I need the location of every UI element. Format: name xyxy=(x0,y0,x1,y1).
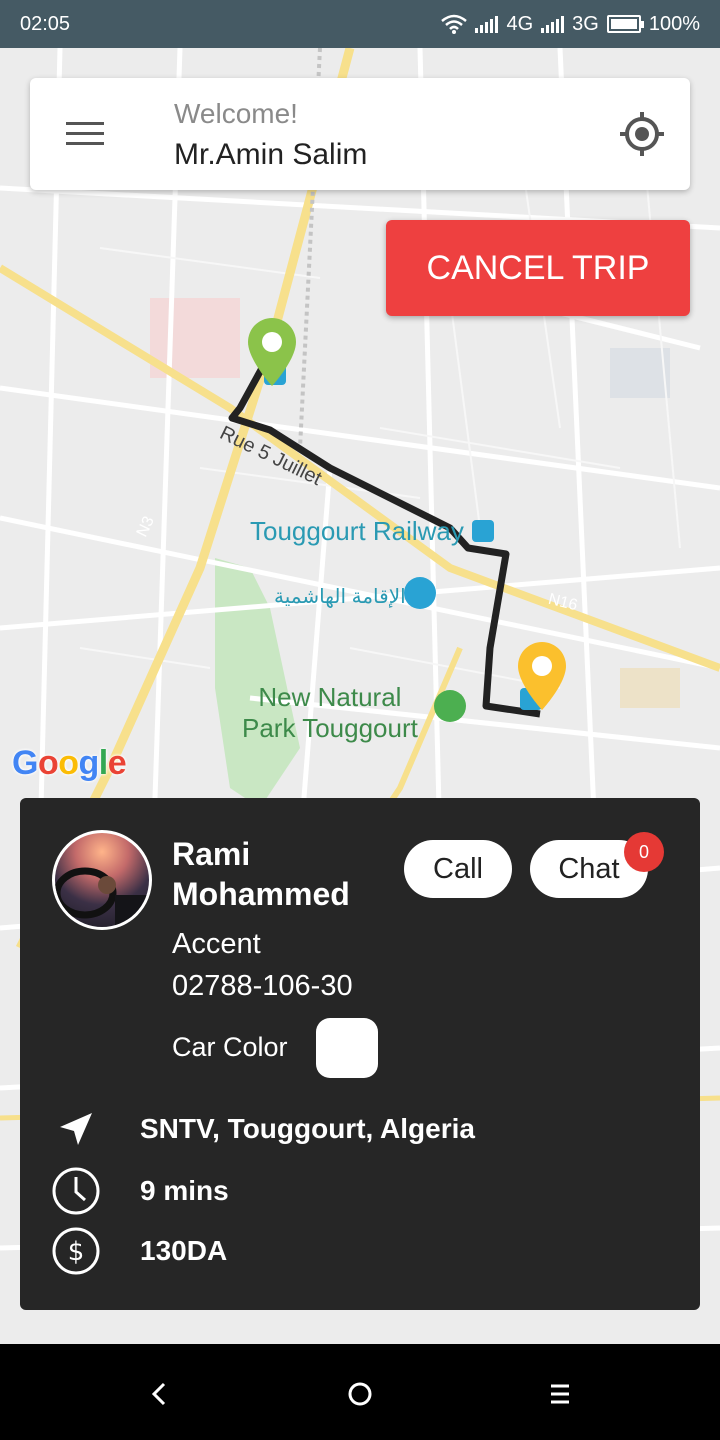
car-model: Accent xyxy=(172,928,261,960)
home-icon[interactable] xyxy=(340,1374,380,1414)
navigation-arrow-icon xyxy=(50,1103,102,1155)
eta-row: 9 mins xyxy=(50,1166,670,1216)
battery-icon xyxy=(606,15,644,33)
user-name: Mr.Amin Salim xyxy=(174,138,368,171)
driver-avatar xyxy=(52,830,152,930)
status-indicators: 4G 3G 100% xyxy=(441,13,700,36)
my-location-icon[interactable] xyxy=(618,110,666,158)
cancel-trip-button[interactable]: CANCEL TRIP xyxy=(386,220,690,316)
network-type-2: 3G xyxy=(572,12,599,35)
map-area xyxy=(610,348,670,398)
car-color-label: Car Color xyxy=(172,1032,288,1062)
fare-text: 130DA xyxy=(140,1235,228,1266)
google-logo: Google xyxy=(12,744,127,782)
signal-icon xyxy=(475,15,499,33)
driver-name: Rami Mohammed xyxy=(172,836,350,912)
hamburger-menu-icon[interactable] xyxy=(66,118,106,148)
fare-row: $ 130DA xyxy=(50,1226,670,1276)
map-label-park-line2: Park Touggourt xyxy=(242,713,418,743)
map-label-railway: Touggourt Railway xyxy=(250,516,464,546)
eta-text: 9 mins xyxy=(140,1175,229,1206)
system-nav-bar xyxy=(0,1344,720,1440)
steering-wheel-photo xyxy=(55,867,149,927)
map-label-residence: الإقامة الهاشمية xyxy=(274,586,406,608)
destination-text: SNTV, Touggourt, Algeria xyxy=(140,1113,475,1144)
battery-level: 100% xyxy=(648,12,700,35)
car-color-swatch xyxy=(316,1018,378,1078)
park-icon xyxy=(434,690,466,722)
map-label-park: New Natural Park Touggourt xyxy=(242,682,418,744)
chat-unread-badge: 0 xyxy=(624,832,664,872)
map-area xyxy=(620,668,680,708)
map-label-park-line1: New Natural xyxy=(258,682,402,712)
back-icon[interactable] xyxy=(140,1374,180,1414)
signal-icon xyxy=(541,15,565,33)
status-time: 02:05 xyxy=(20,12,71,35)
destination-row: SNTV, Touggourt, Algeria xyxy=(50,1104,670,1154)
wifi-icon xyxy=(441,14,468,34)
network-type-1: 4G xyxy=(506,12,534,35)
greeting-text: Welcome! xyxy=(174,98,298,129)
call-driver-button[interactable]: Call xyxy=(404,840,512,898)
railway-station-icon xyxy=(472,520,494,542)
car-plate-number: 02788-106-30 xyxy=(172,970,353,1002)
status-bar: 02:05 4G 3G 100% xyxy=(0,0,720,48)
welcome-header-card: Welcome! Mr.Amin Salim xyxy=(30,78,690,190)
driver-info-card: Rami Mohammed Accent 02788-106-30 Car Co… xyxy=(20,798,700,1310)
dollar-icon: $ xyxy=(50,1225,102,1277)
svg-text:$: $ xyxy=(68,1237,85,1267)
residence-icon xyxy=(404,577,436,609)
menu-icon[interactable] xyxy=(540,1374,580,1414)
clock-icon xyxy=(50,1165,102,1217)
